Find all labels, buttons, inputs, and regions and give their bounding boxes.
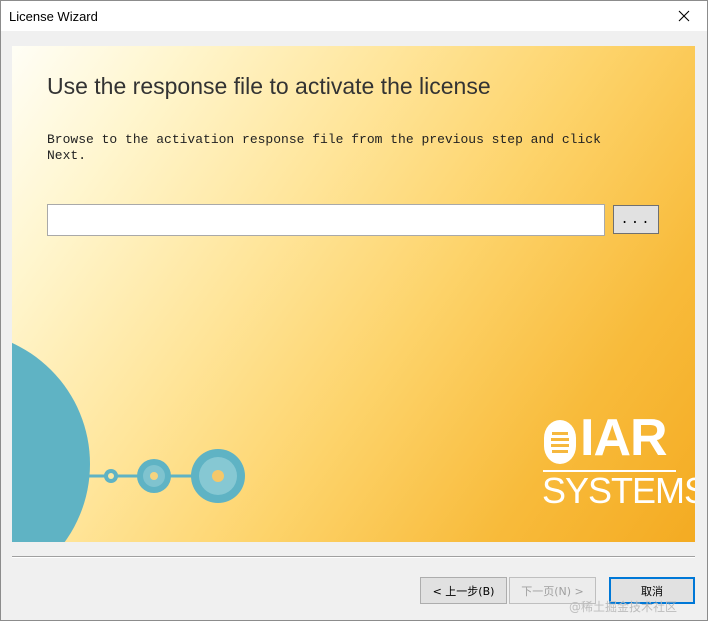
close-icon	[678, 10, 690, 22]
wizard-content-panel: Use the response file to activate the li…	[12, 46, 695, 542]
license-wizard-window: License Wizard Use the response file to …	[0, 0, 708, 621]
instructions-text: Browse to the activation response file f…	[47, 132, 601, 163]
browse-button[interactable]: ...	[613, 205, 659, 234]
response-file-path-input[interactable]	[47, 204, 605, 236]
watermark-text: @稀土掘金技术社区	[569, 600, 678, 614]
iar-systems-logo: IAR SYSTEMS	[540, 409, 695, 510]
button-area-divider	[12, 556, 695, 558]
logo-text-iar: IAR	[580, 409, 668, 467]
iar-logo-mark-icon	[544, 420, 576, 464]
close-button[interactable]	[661, 1, 707, 31]
page-heading: Use the response file to activate the li…	[47, 73, 491, 99]
window-title: License Wizard	[9, 9, 98, 24]
back-button[interactable]: < 上一步(B)	[420, 577, 507, 604]
title-bar: License Wizard	[1, 1, 707, 31]
logo-text-systems: SYSTEMS	[542, 470, 695, 511]
